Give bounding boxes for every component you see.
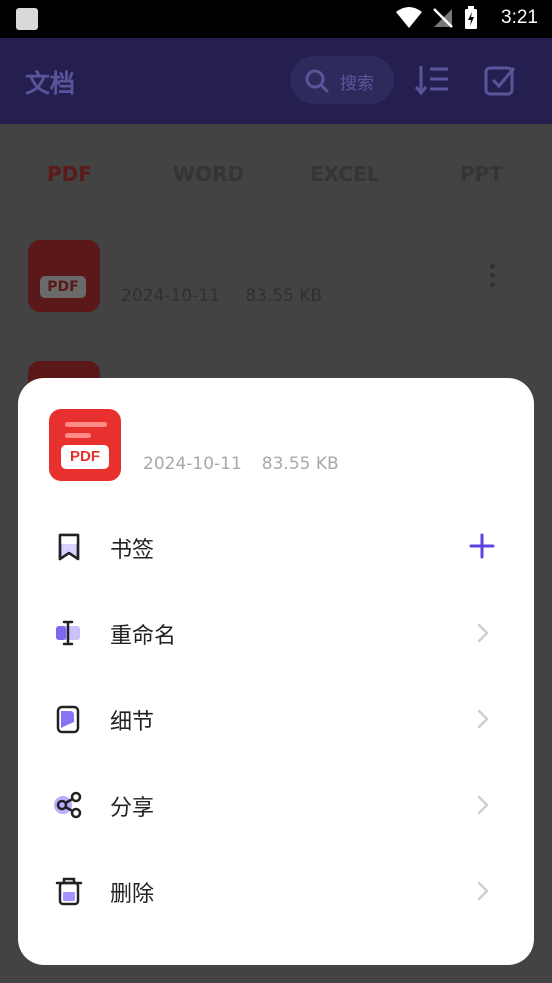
select-icon[interactable]	[484, 64, 516, 96]
chevron-right-icon	[477, 795, 489, 815]
file-date: 2024-10-11	[121, 286, 220, 306]
battery-icon	[465, 6, 477, 29]
details-icon	[56, 705, 80, 734]
menu-item-rename[interactable]: 重命名	[18, 598, 534, 668]
chevron-right-icon	[477, 623, 489, 643]
file-date: 2024-10-11	[143, 454, 242, 474]
rename-icon	[56, 620, 80, 646]
pdf-badge: PDF	[40, 276, 86, 298]
status-time: 3:21	[501, 7, 538, 28]
search-placeholder: 搜索	[340, 74, 374, 94]
tab-word[interactable]: WORD	[173, 162, 244, 186]
app-bar: 文档 搜索	[0, 38, 552, 124]
search-icon	[305, 69, 329, 93]
doc-type-tabs: PDF WORD EXCEL PPT	[0, 124, 552, 224]
chevron-right-icon	[477, 709, 489, 729]
share-icon	[54, 791, 82, 819]
no-signal-icon	[433, 8, 453, 28]
bookmark-icon	[58, 533, 80, 561]
file-size: 83.55 KB	[261, 454, 339, 474]
status-icons	[396, 6, 478, 30]
sort-icon[interactable]	[415, 64, 451, 96]
menu-item-details[interactable]: 细节	[18, 684, 534, 754]
notification-icon	[16, 8, 38, 30]
menu-item-label: 分享	[110, 796, 155, 821]
menu-item-bookmark[interactable]: 书签	[18, 512, 534, 582]
menu-item-label: 细节	[110, 710, 155, 735]
menu-item-share[interactable]: 分享	[18, 770, 534, 840]
list-item[interactable]: PDF 2024-10-11 83.55 KB	[0, 234, 552, 334]
more-options-icon[interactable]	[490, 260, 495, 291]
page-title: 文档	[25, 69, 76, 98]
file-meta: 2024-10-11 83.55 KB	[121, 286, 322, 306]
tab-excel[interactable]: EXCEL	[310, 162, 379, 186]
trash-icon	[55, 877, 83, 906]
wifi-icon	[396, 7, 422, 28]
menu-item-label: 删除	[110, 882, 155, 907]
pdf-file-icon: PDF	[28, 240, 100, 312]
status-bar: 3:21	[0, 0, 552, 38]
search-box[interactable]: 搜索	[290, 56, 394, 104]
chevron-right-icon	[477, 881, 489, 901]
screen: 3:21 文档 搜索 PDF WORD EXCEL PPT PDF 2024-1…	[0, 0, 552, 983]
pdf-badge: PDF	[61, 445, 109, 469]
add-bookmark-icon[interactable]	[469, 533, 495, 559]
menu-item-label: 书签	[110, 538, 155, 563]
tab-ppt[interactable]: PPT	[460, 162, 503, 186]
file-actions-sheet: PDF 2024-10-11 83.55 KB 书签 重命名 细节 分享 删除	[18, 378, 534, 965]
menu-item-delete[interactable]: 删除	[18, 856, 534, 926]
pdf-file-icon: PDF	[49, 409, 121, 481]
tab-pdf[interactable]: PDF	[47, 162, 92, 186]
menu-item-label: 重命名	[110, 624, 177, 649]
file-size: 83.55 KB	[245, 286, 323, 306]
file-meta: 2024-10-11 83.55 KB	[143, 454, 339, 474]
